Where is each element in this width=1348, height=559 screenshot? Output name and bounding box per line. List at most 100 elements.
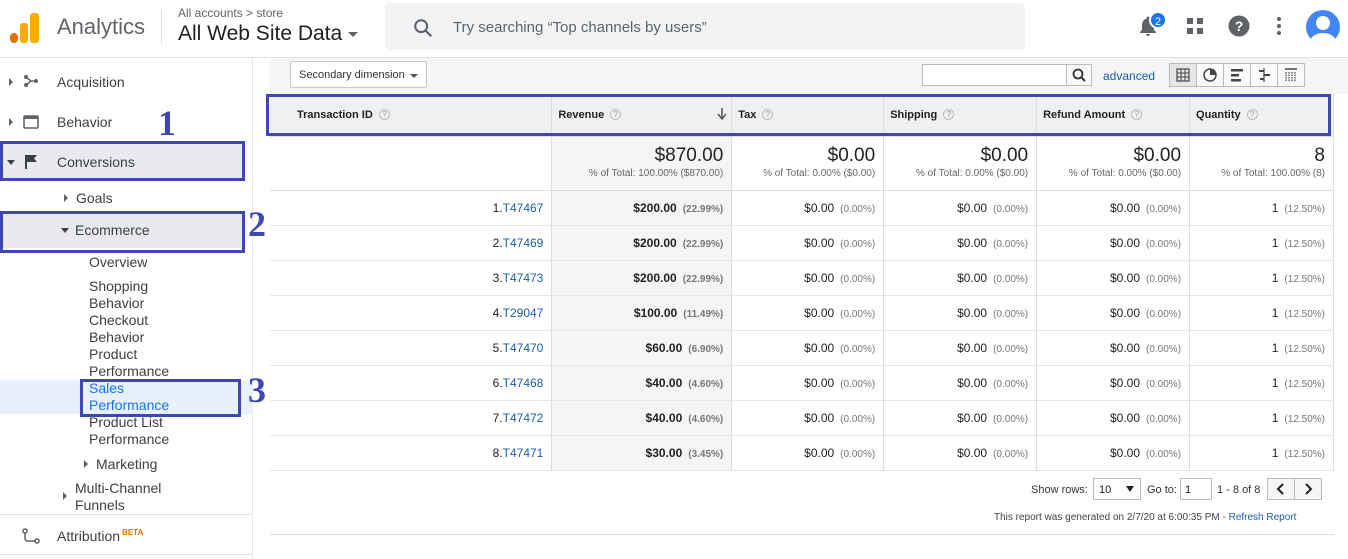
total-quantity-cell: 8% of Total: 100.00% (8) [1189,136,1334,191]
sidebar-item-acquisition[interactable]: Acquisition [57,74,125,90]
revenue-value: $100.00 [633,305,678,320]
tax-value: $0.00 [804,235,835,250]
revenue-percent: (6.90%) [688,343,724,355]
refresh-report-link[interactable]: Refresh Report [1229,512,1297,523]
revenue-cell: $60.00 (6.90%) [551,330,733,366]
table-row: 3.T47473 $200.00 (22.99%) $0.00 (0.00%) $0.00… [270,260,1334,296]
total-refund-cell: $0.00% of Total: 0.00% ($0.00) [1036,136,1191,191]
tax-percent: (0.00%) [840,238,876,250]
sidebar-item-overview[interactable]: Overview [89,254,147,270]
show-rows-select[interactable]: 10 [1093,478,1141,500]
shipping-cell: $0.00 (0.00%) [883,190,1038,226]
total-revenue-sub: % of Total: 100.00% ($870.00) [588,167,724,179]
refund-value: $0.00 [1109,340,1141,355]
tax-cell: $0.00 (0.00%) [731,365,885,401]
expand-arrow-icon[interactable] [9,78,13,86]
goto-page-input[interactable]: 1 [1180,478,1212,500]
transaction-id-link[interactable]: T47469 [503,236,544,250]
transaction-id-cell: 2.T47469 [270,225,553,261]
sidebar-item-goals[interactable]: Goals [76,190,113,206]
comparison-view-button[interactable] [1250,63,1278,87]
transactions-table: Transaction ID? Revenue? Tax? Shipping? … [270,94,1334,471]
totals-row: $870.00% of Total: 100.00% ($870.00) $0.… [270,136,1334,191]
sidebar-item-attribution[interactable]: Attribution BETA [57,528,143,544]
revenue-cell: $40.00 (4.60%) [551,365,733,401]
table-row: 1.T47467 $200.00 (22.99%) $0.00 (0.00%) $0.00… [270,190,1334,226]
quantity-percent: (12.50%) [1284,273,1325,285]
totals-empty-cell [270,136,553,191]
table-filter-search-button[interactable] [1066,64,1092,86]
next-page-button[interactable] [1294,478,1322,500]
quantity-cell: 1 (12.50%) [1189,190,1334,226]
pie-view-button[interactable] [1196,63,1224,87]
sidebar-item-product-list-performance[interactable]: Product List Performance [89,414,169,448]
top-bar: Analytics All accounts > store All Web S… [0,0,1348,58]
tax-value: $0.00 [804,340,835,355]
beta-badge: BETA [122,528,144,537]
apps-grid-icon[interactable] [1183,14,1207,38]
tax-percent: (0.00%) [840,308,876,320]
quantity-value: 1 [1271,375,1279,390]
account-avatar[interactable] [1306,10,1340,44]
expand-arrow-icon[interactable] [9,118,13,126]
quantity-value: 1 [1271,270,1279,285]
expand-arrow-icon[interactable] [63,492,67,500]
pivot-view-button[interactable] [1277,63,1305,87]
transaction-id-link[interactable]: T47468 [503,376,544,390]
quantity-cell: 1 (12.50%) [1189,330,1334,366]
search-bar[interactable]: Try searching “Top channels by users” [385,3,1025,50]
sidebar-item-marketing[interactable]: Marketing [96,456,157,472]
expand-arrow-icon[interactable] [84,460,88,468]
sidebar-item-shopping-behavior[interactable]: Shopping Behavior [89,278,148,312]
table-view-button[interactable] [1169,63,1197,87]
tax-percent: (0.00%) [840,203,876,215]
shipping-value: $0.00 [957,340,988,355]
refund-value: $0.00 [1109,410,1141,425]
transaction-id-link[interactable]: T29047 [503,306,544,320]
tax-percent: (0.00%) [840,343,876,355]
refund-cell: $0.00 (0.00%) [1036,190,1191,226]
multi-channel-label-2: Funnels [75,497,125,513]
table-filter-input[interactable] [922,64,1067,86]
shipping-percent: (0.00%) [993,273,1029,285]
checkout-behavior-label-1: Checkout [89,312,149,328]
property-selector[interactable]: All Web Site Data [178,22,359,46]
prev-page-button[interactable] [1267,478,1295,500]
transaction-id-link[interactable]: T47471 [503,446,544,460]
transaction-id-link[interactable]: T47472 [503,411,544,425]
transaction-id-link[interactable]: T47470 [503,341,544,355]
analytics-logo[interactable] [10,11,40,43]
row-number: 2. [492,235,503,250]
shipping-percent: (0.00%) [993,448,1029,460]
performance-view-button[interactable] [1223,63,1251,87]
shipping-cell: $0.00 (0.00%) [883,330,1038,366]
row-number: 5. [492,340,503,355]
search-icon [1072,68,1086,82]
more-vert-icon[interactable] [1267,14,1291,38]
quantity-cell: 1 (12.50%) [1189,435,1334,471]
shipping-cell: $0.00 (0.00%) [883,435,1038,471]
sidebar-item-product-performance[interactable]: Product Performance [89,346,169,380]
shipping-cell: $0.00 (0.00%) [883,260,1038,296]
advanced-filter-link[interactable]: advanced [1103,69,1155,83]
sidebar-item-checkout-behavior[interactable]: Checkout Behavior [89,312,148,346]
sidebar-item-behavior[interactable]: Behavior [57,114,112,130]
transaction-id-link[interactable]: T47473 [503,271,544,285]
shipping-value: $0.00 [957,235,988,250]
expand-arrow-icon[interactable] [64,194,68,202]
sidebar-item-multi-channel-funnels[interactable]: Multi-Channel Funnels [75,480,161,514]
quantity-cell: 1 (12.50%) [1189,225,1334,261]
search-placeholder: Try searching “Top channels by users” [453,19,707,36]
help-icon[interactable]: ? [1227,14,1251,38]
quantity-value: 1 [1271,305,1279,320]
account-breadcrumb[interactable]: All accounts > store [178,6,283,20]
refund-value: $0.00 [1109,305,1141,320]
secondary-dimension-dropdown[interactable]: Secondary dimension [290,61,427,88]
secondary-dimension-label: Secondary dimension [299,69,405,81]
shopping-behavior-label-2: Behavior [89,295,145,311]
quantity-value: 1 [1271,340,1279,355]
transaction-id-link[interactable]: T47467 [503,201,544,215]
revenue-cell: $200.00 (22.99%) [551,225,733,261]
show-rows-label: Show rows: [1031,484,1088,496]
shopping-behavior-label-1: Shopping [89,278,149,294]
